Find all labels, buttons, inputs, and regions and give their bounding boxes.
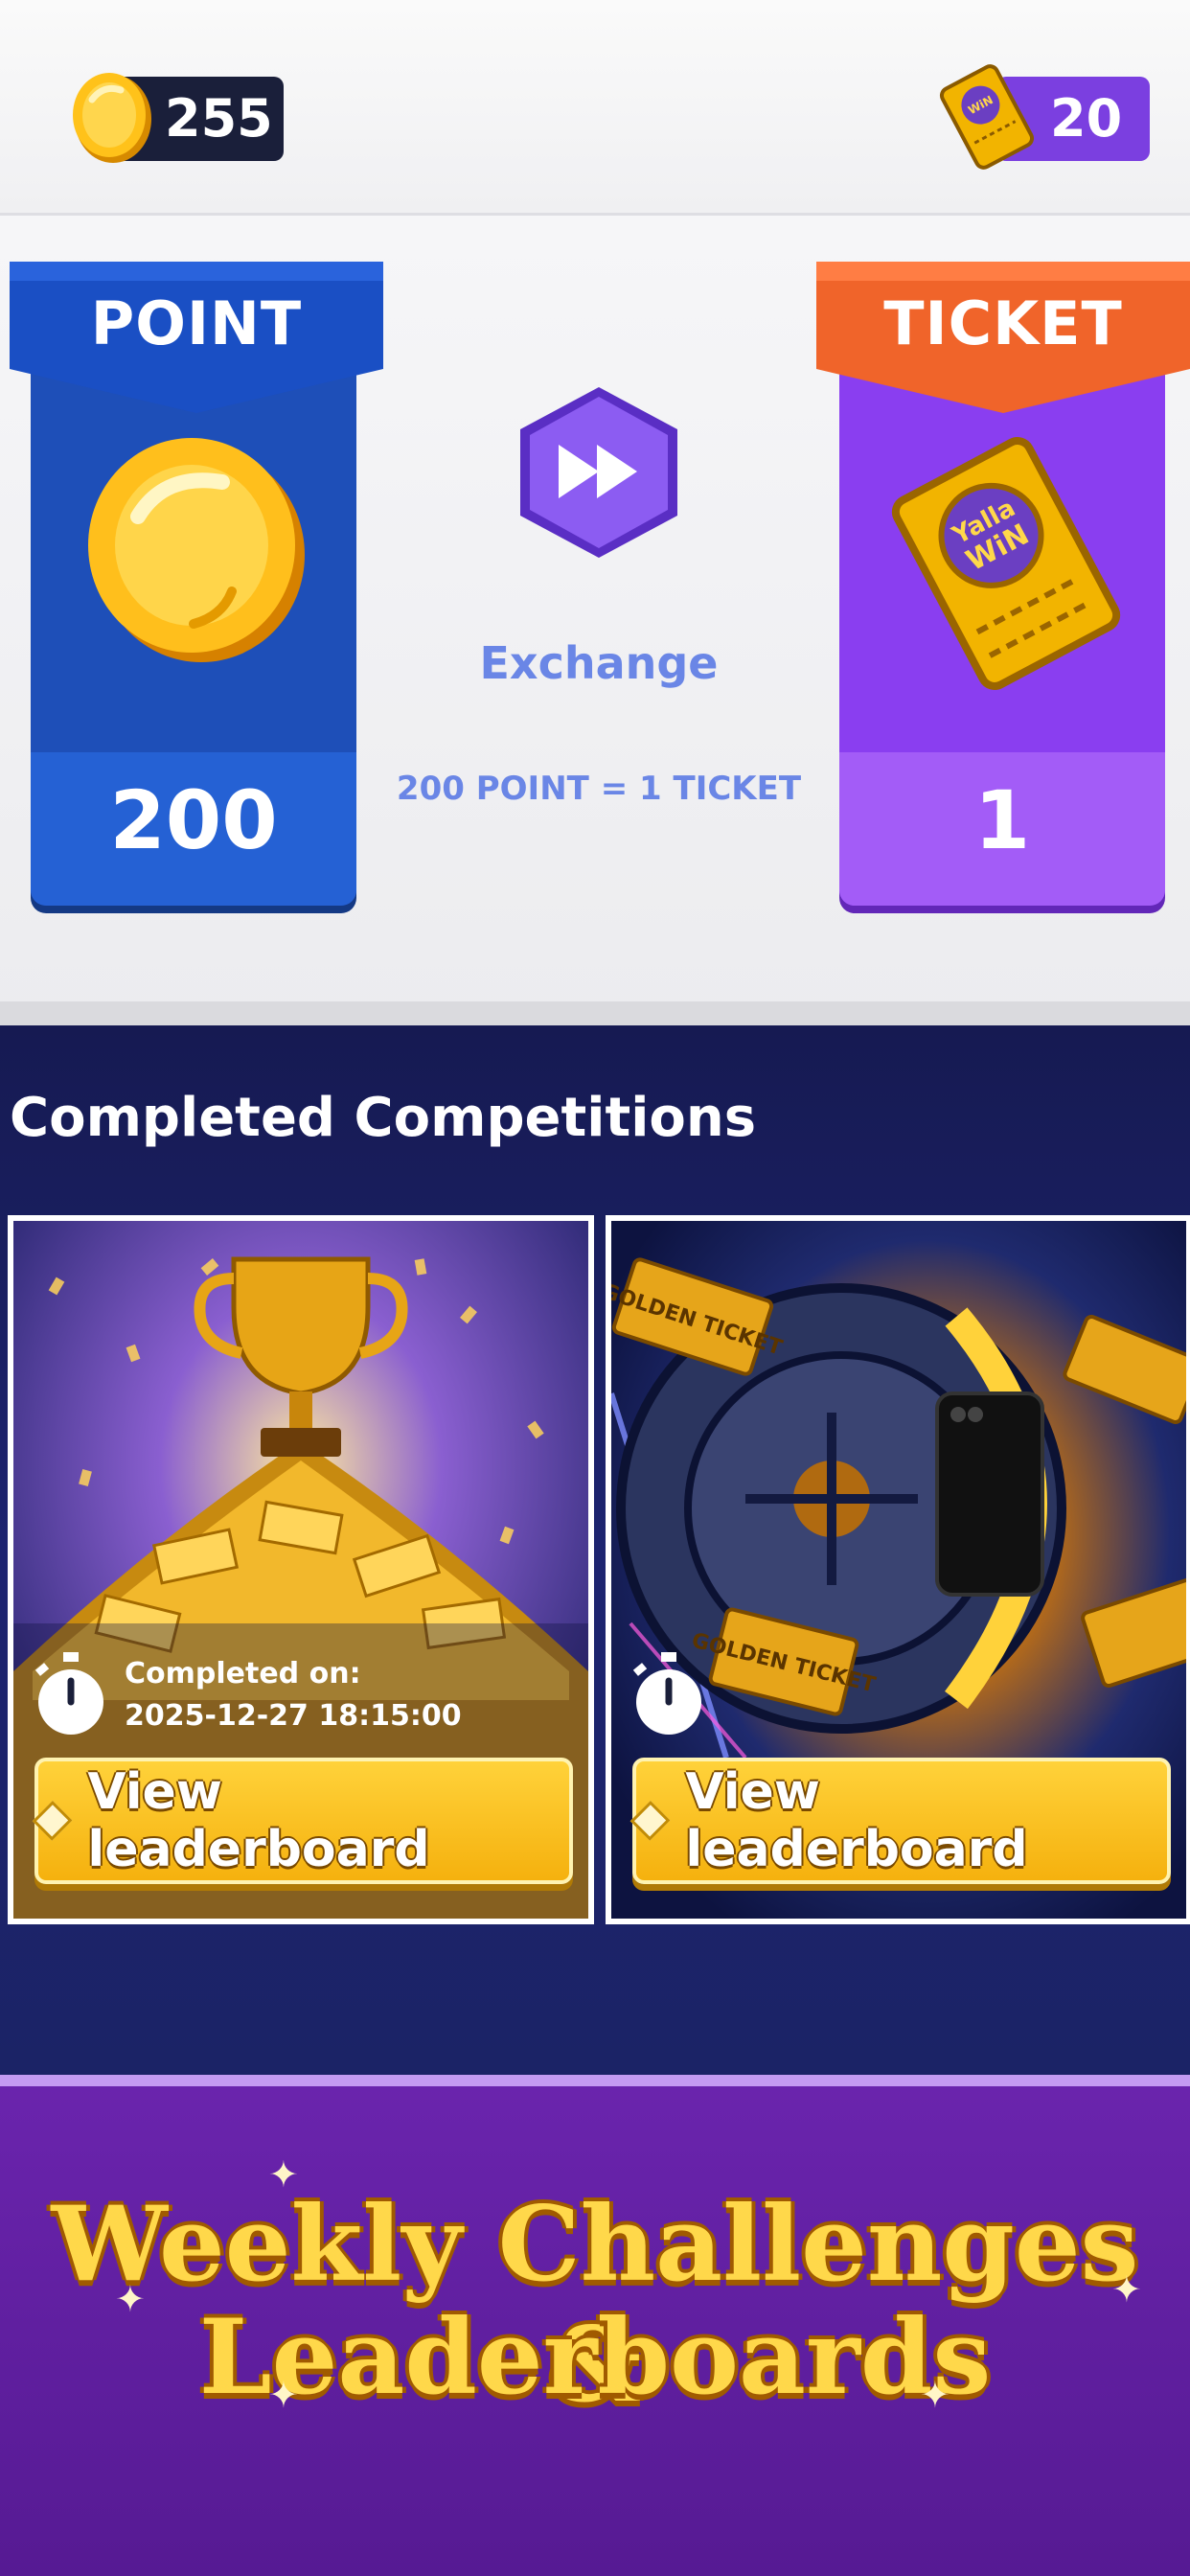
point-label: POINT <box>90 288 303 358</box>
completed-info: Completed on: 2025-12-27 18:15:00 <box>33 1652 462 1738</box>
sparkle-icon: ✦ <box>1111 2268 1142 2311</box>
sparkle-icon: ✦ <box>115 2278 146 2320</box>
completed-info <box>630 1652 707 1742</box>
diamond-icon <box>32 1801 73 1841</box>
coin-icon <box>73 73 151 163</box>
view-leaderboard-button[interactable]: View leaderboard <box>32 1758 573 1884</box>
balance-header: 255 20 WiN <box>0 0 1190 216</box>
point-amount: 200 <box>109 773 278 867</box>
sparkle-icon: ✦ <box>920 2374 950 2416</box>
promo-banner: Weekly Challenges & Leaderboards ✦ ✦ ✦ ✦… <box>0 2075 1190 2576</box>
exchange-rate-text: 200 POINT = 1 TICKET <box>396 770 802 808</box>
completed-date: 2025-12-27 18:15:00 <box>125 1699 462 1733</box>
competition-card[interactable]: GOLDEN TICKET GOLDEN TICKET View leaderb… <box>606 1215 1190 1924</box>
exchange-button[interactable] <box>513 383 685 561</box>
sparkle-icon: ✦ <box>268 2153 299 2196</box>
section-title: Completed Competitions <box>10 1087 757 1149</box>
stopwatch-icon <box>34 1652 103 1735</box>
point-banner: POINT <box>10 262 383 417</box>
exchange-divider <box>0 1001 1190 1025</box>
promo-headline-line-2: Leaderboards <box>198 2297 992 2418</box>
competition-card[interactable]: Completed on: 2025-12-27 18:15:00 View l… <box>8 1215 594 1924</box>
tickets-balance-value: 20 <box>1050 88 1123 149</box>
ticket-banner: TICKET <box>816 262 1190 417</box>
exchange-panel: 200 POINT Exchange 200 POINT = 1 TICKET … <box>0 216 1190 1025</box>
ticket-icon: Yalla WiN <box>891 437 1121 690</box>
view-leaderboard-label: View leaderboard <box>685 1763 1028 1878</box>
stopwatch-icon <box>632 1652 701 1735</box>
ticket-label: TICKET <box>883 288 1123 358</box>
view-leaderboard-label: View leaderboard <box>87 1763 430 1878</box>
coin-icon <box>88 438 305 662</box>
completed-label: Completed on: <box>125 1657 361 1690</box>
points-balance-value: 255 <box>165 88 273 149</box>
ticket-amount: 1 <box>973 773 1031 867</box>
sparkle-icon: ✦ <box>268 2374 299 2416</box>
exchange-label[interactable]: Exchange <box>402 637 795 689</box>
view-leaderboard-button[interactable]: View leaderboard <box>629 1758 1171 1884</box>
completed-competitions-section: Completed Competitions Completed on: 202… <box>0 1025 1190 2075</box>
diamond-icon <box>629 1801 671 1841</box>
ticket-icon: WiN <box>939 64 1035 170</box>
